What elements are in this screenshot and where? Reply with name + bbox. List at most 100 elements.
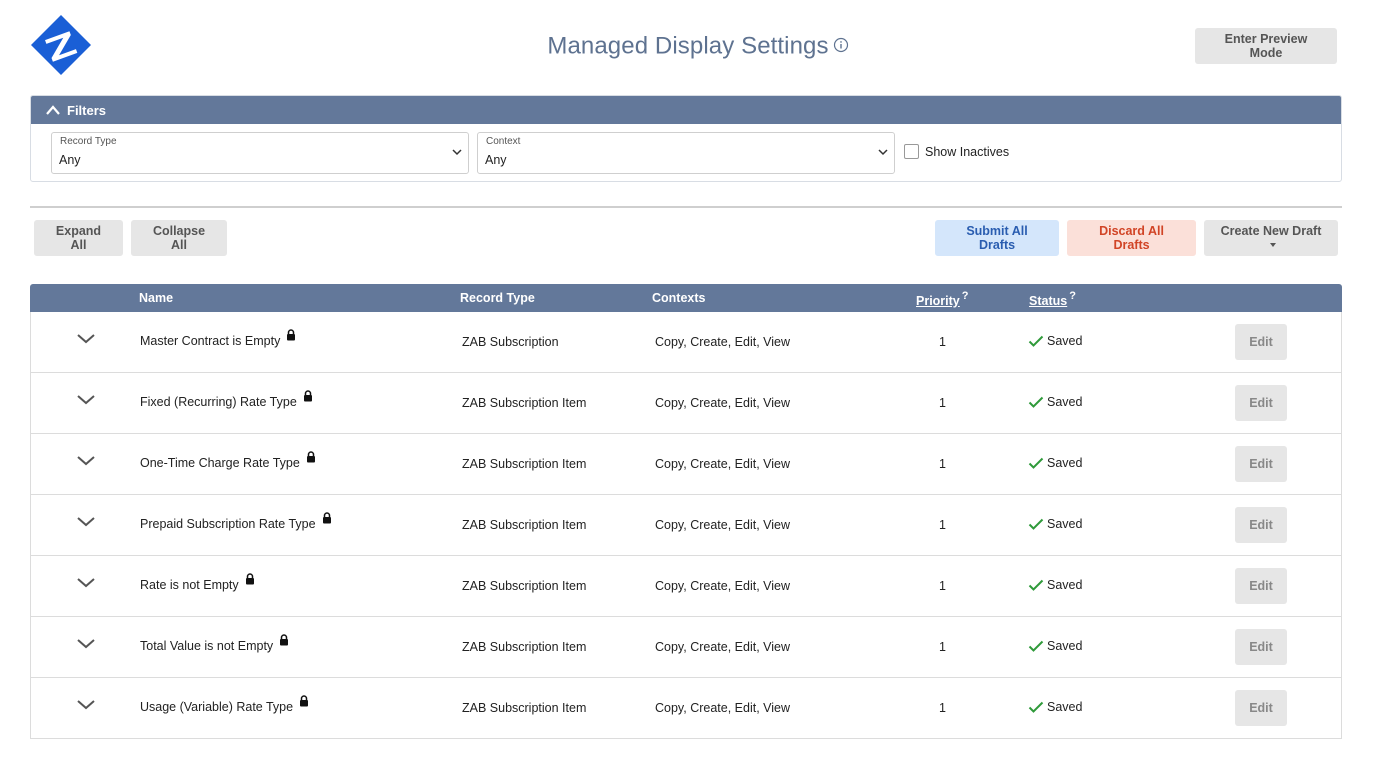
column-header-priority[interactable]: Priority bbox=[916, 294, 960, 308]
edit-button[interactable]: Edit bbox=[1235, 385, 1287, 421]
row-status-text: Saved bbox=[1047, 334, 1083, 348]
filters-panel: Filters Record Type Any Context Any Show… bbox=[30, 95, 1342, 182]
row-priority: 1 bbox=[939, 579, 946, 593]
edit-button[interactable]: Edit bbox=[1235, 690, 1287, 726]
row-name-text: One-Time Charge Rate Type bbox=[140, 456, 300, 470]
lock-icon bbox=[280, 634, 289, 646]
expand-row-chevron-down-icon[interactable] bbox=[76, 698, 96, 712]
column-header-contexts[interactable]: Contexts bbox=[652, 291, 705, 305]
row-record-type: ZAB Subscription bbox=[462, 335, 559, 349]
settings-table: Name Record Type Contexts Priority? Stat… bbox=[30, 284, 1342, 739]
submit-all-drafts-button[interactable]: Submit All Drafts bbox=[935, 220, 1059, 256]
row-record-type: ZAB Subscription Item bbox=[462, 701, 587, 715]
table-row: Fixed (Recurring) Rate Type ZAB Subscrip… bbox=[30, 373, 1342, 434]
table-header: Name Record Type Contexts Priority? Stat… bbox=[30, 284, 1342, 312]
table-row: Rate is not Empty ZAB Subscription Item … bbox=[30, 556, 1342, 617]
table-row: Master Contract is Empty ZAB Subscriptio… bbox=[30, 312, 1342, 373]
expand-row-chevron-down-icon[interactable] bbox=[76, 576, 96, 590]
edit-button[interactable]: Edit bbox=[1235, 629, 1287, 665]
table-row: One-Time Charge Rate Type ZAB Subscripti… bbox=[30, 434, 1342, 495]
row-status-text: Saved bbox=[1047, 395, 1083, 409]
check-icon bbox=[1028, 335, 1044, 347]
page-title-text: Managed Display Settings bbox=[547, 32, 829, 60]
row-status-text: Saved bbox=[1047, 456, 1083, 470]
edit-button[interactable]: Edit bbox=[1235, 446, 1287, 482]
expand-row-chevron-down-icon[interactable] bbox=[76, 515, 96, 529]
row-record-type: ZAB Subscription Item bbox=[462, 457, 587, 471]
row-name-text: Fixed (Recurring) Rate Type bbox=[140, 395, 297, 409]
enter-preview-mode-button[interactable]: Enter Preview Mode bbox=[1195, 28, 1337, 64]
row-priority: 1 bbox=[939, 518, 946, 532]
column-header-priority-group: Priority? bbox=[916, 290, 969, 308]
row-priority: 1 bbox=[939, 457, 946, 471]
context-select[interactable]: Context Any bbox=[477, 132, 895, 174]
page-title: Managed Display Settings bbox=[0, 32, 1396, 61]
context-value: Any bbox=[485, 153, 507, 167]
show-inactives-toggle[interactable]: Show Inactives bbox=[904, 144, 1009, 159]
caret-down-icon bbox=[1269, 242, 1276, 247]
column-header-record-type[interactable]: Record Type bbox=[460, 291, 535, 305]
row-priority: 1 bbox=[939, 640, 946, 654]
check-icon bbox=[1028, 640, 1044, 652]
expand-all-button[interactable]: Expand All bbox=[34, 220, 123, 256]
row-status-text: Saved bbox=[1047, 578, 1083, 592]
row-name-text: Master Contract is Empty bbox=[140, 334, 281, 348]
create-new-draft-button[interactable]: Create New Draft bbox=[1204, 220, 1338, 256]
lock-icon bbox=[322, 512, 331, 524]
expand-row-chevron-down-icon[interactable] bbox=[76, 393, 96, 407]
row-contexts: Copy, Create, Edit, View bbox=[655, 701, 791, 715]
filters-title: Filters bbox=[67, 102, 107, 118]
row-name-text: Total Value is not Empty bbox=[140, 639, 274, 653]
table-row: Prepaid Subscription Rate Type ZAB Subsc… bbox=[30, 495, 1342, 556]
edit-button[interactable]: Edit bbox=[1235, 324, 1287, 360]
create-new-draft-label: Create New Draft bbox=[1220, 224, 1322, 238]
table-body: Master Contract is Empty ZAB Subscriptio… bbox=[30, 312, 1342, 739]
row-contexts: Copy, Create, Edit, View bbox=[655, 457, 791, 471]
column-header-status-group: Status? bbox=[1029, 290, 1076, 308]
priority-help-icon[interactable]: ? bbox=[962, 290, 969, 302]
column-header-name[interactable]: Name bbox=[139, 291, 173, 305]
lock-icon bbox=[303, 390, 312, 402]
chevron-up-icon bbox=[46, 105, 60, 115]
row-name: Total Value is not Empty bbox=[140, 634, 289, 653]
table-row: Usage (Variable) Rate Type ZAB Subscript… bbox=[30, 678, 1342, 739]
expand-row-chevron-down-icon[interactable] bbox=[76, 332, 96, 346]
row-status-text: Saved bbox=[1047, 700, 1083, 714]
check-icon bbox=[1028, 457, 1044, 469]
row-name: Prepaid Subscription Rate Type bbox=[140, 512, 332, 531]
collapse-all-button[interactable]: Collapse All bbox=[131, 220, 227, 256]
row-priority: 1 bbox=[939, 396, 946, 410]
expand-row-chevron-down-icon[interactable] bbox=[76, 637, 96, 651]
chevron-down-icon bbox=[878, 149, 888, 156]
row-priority: 1 bbox=[939, 701, 946, 715]
filters-header[interactable]: Filters bbox=[31, 96, 1341, 124]
edit-button[interactable]: Edit bbox=[1235, 568, 1287, 604]
column-header-status[interactable]: Status bbox=[1029, 294, 1067, 308]
context-label: Context bbox=[486, 136, 521, 147]
expand-row-chevron-down-icon[interactable] bbox=[76, 454, 96, 468]
row-name: Rate is not Empty bbox=[140, 573, 255, 592]
lock-icon bbox=[287, 329, 296, 341]
row-contexts: Copy, Create, Edit, View bbox=[655, 640, 791, 654]
row-name: One-Time Charge Rate Type bbox=[140, 451, 316, 470]
row-status-text: Saved bbox=[1047, 517, 1083, 531]
status-help-icon[interactable]: ? bbox=[1069, 290, 1076, 302]
row-status: Saved bbox=[1028, 334, 1082, 348]
table-row: Total Value is not Empty ZAB Subscriptio… bbox=[30, 617, 1342, 678]
row-contexts: Copy, Create, Edit, View bbox=[655, 396, 791, 410]
row-status-text: Saved bbox=[1047, 639, 1083, 653]
discard-all-drafts-button[interactable]: Discard All Drafts bbox=[1067, 220, 1196, 256]
row-status: Saved bbox=[1028, 456, 1082, 470]
record-type-select[interactable]: Record Type Any bbox=[51, 132, 469, 174]
row-name-text: Prepaid Subscription Rate Type bbox=[140, 517, 316, 531]
row-status: Saved bbox=[1028, 517, 1082, 531]
lock-icon bbox=[300, 695, 309, 707]
row-contexts: Copy, Create, Edit, View bbox=[655, 518, 791, 532]
row-record-type: ZAB Subscription Item bbox=[462, 396, 587, 410]
check-icon bbox=[1028, 518, 1044, 530]
row-name-text: Rate is not Empty bbox=[140, 578, 239, 592]
info-icon[interactable] bbox=[833, 37, 849, 53]
show-inactives-checkbox[interactable] bbox=[904, 144, 919, 159]
edit-button[interactable]: Edit bbox=[1235, 507, 1287, 543]
lock-icon bbox=[245, 573, 254, 585]
